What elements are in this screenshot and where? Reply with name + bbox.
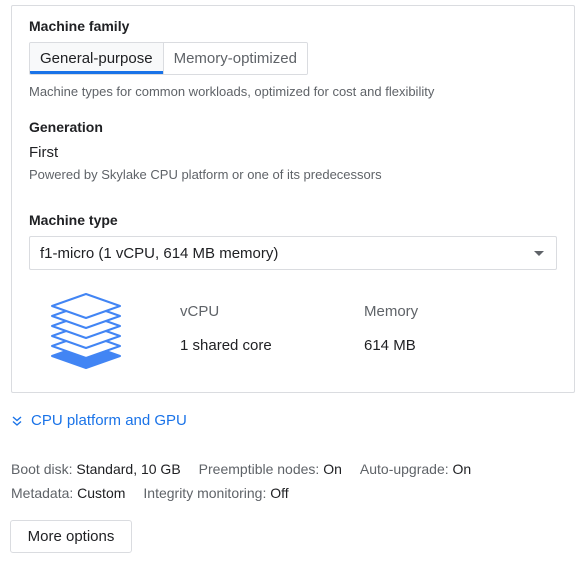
layers-stack-icon — [51, 293, 121, 369]
memory-header: Memory — [364, 303, 419, 320]
vcpu-value: 1 shared core — [180, 337, 272, 354]
boot-disk-value: Standard, 10 GB — [76, 461, 181, 477]
cpu-platform-gpu-link[interactable]: CPU platform and GPU — [11, 412, 187, 429]
preemptible-key: Preemptible nodes: — [198, 461, 320, 477]
metadata-value: Custom — [77, 485, 126, 501]
caret-down-icon — [534, 251, 544, 256]
auto-upgrade-value: On — [452, 461, 472, 477]
double-chevron-down-icon — [12, 415, 22, 426]
preemptible-value: On — [323, 461, 342, 477]
machine-configuration-card: Machine family General-purpose Memory-op… — [11, 5, 575, 393]
tab-memory-optimized[interactable]: Memory-optimized — [162, 43, 307, 74]
summary-line-2: Metadata: Custom Integrity monitoring: Of… — [11, 485, 289, 501]
machine-type-select[interactable]: f1-micro (1 vCPU, 614 MB memory) — [29, 236, 557, 270]
integrity-value: Off — [270, 485, 289, 501]
memory-value: 614 MB — [364, 337, 416, 354]
summary-line-1: Boot disk: Standard, 10 GB Preemptible no… — [11, 461, 471, 477]
generation-helper: Powered by Skylake CPU platform or one o… — [29, 167, 382, 182]
machine-family-label: Machine family — [29, 18, 130, 34]
auto-upgrade-key: Auto-upgrade: — [359, 461, 449, 477]
integrity-key: Integrity monitoring: — [143, 485, 267, 501]
vcpu-header: vCPU — [180, 303, 220, 320]
machine-family-selector: General-purpose Memory-optimized — [29, 42, 308, 75]
more-options-button[interactable]: More options — [10, 520, 132, 553]
machine-type-selected-value: f1-micro (1 vCPU, 614 MB memory) — [40, 244, 279, 262]
generation-value: First — [29, 144, 59, 161]
machine-type-label: Machine type — [29, 212, 118, 228]
machine-family-helper: Machine types for common workloads, opti… — [29, 84, 435, 99]
cpu-platform-gpu-label: CPU platform and GPU — [31, 412, 187, 429]
boot-disk-key: Boot disk: — [11, 461, 73, 477]
generation-label: Generation — [29, 119, 103, 135]
metadata-key: Metadata: — [11, 485, 74, 501]
tab-general-purpose[interactable]: General-purpose — [30, 43, 163, 74]
